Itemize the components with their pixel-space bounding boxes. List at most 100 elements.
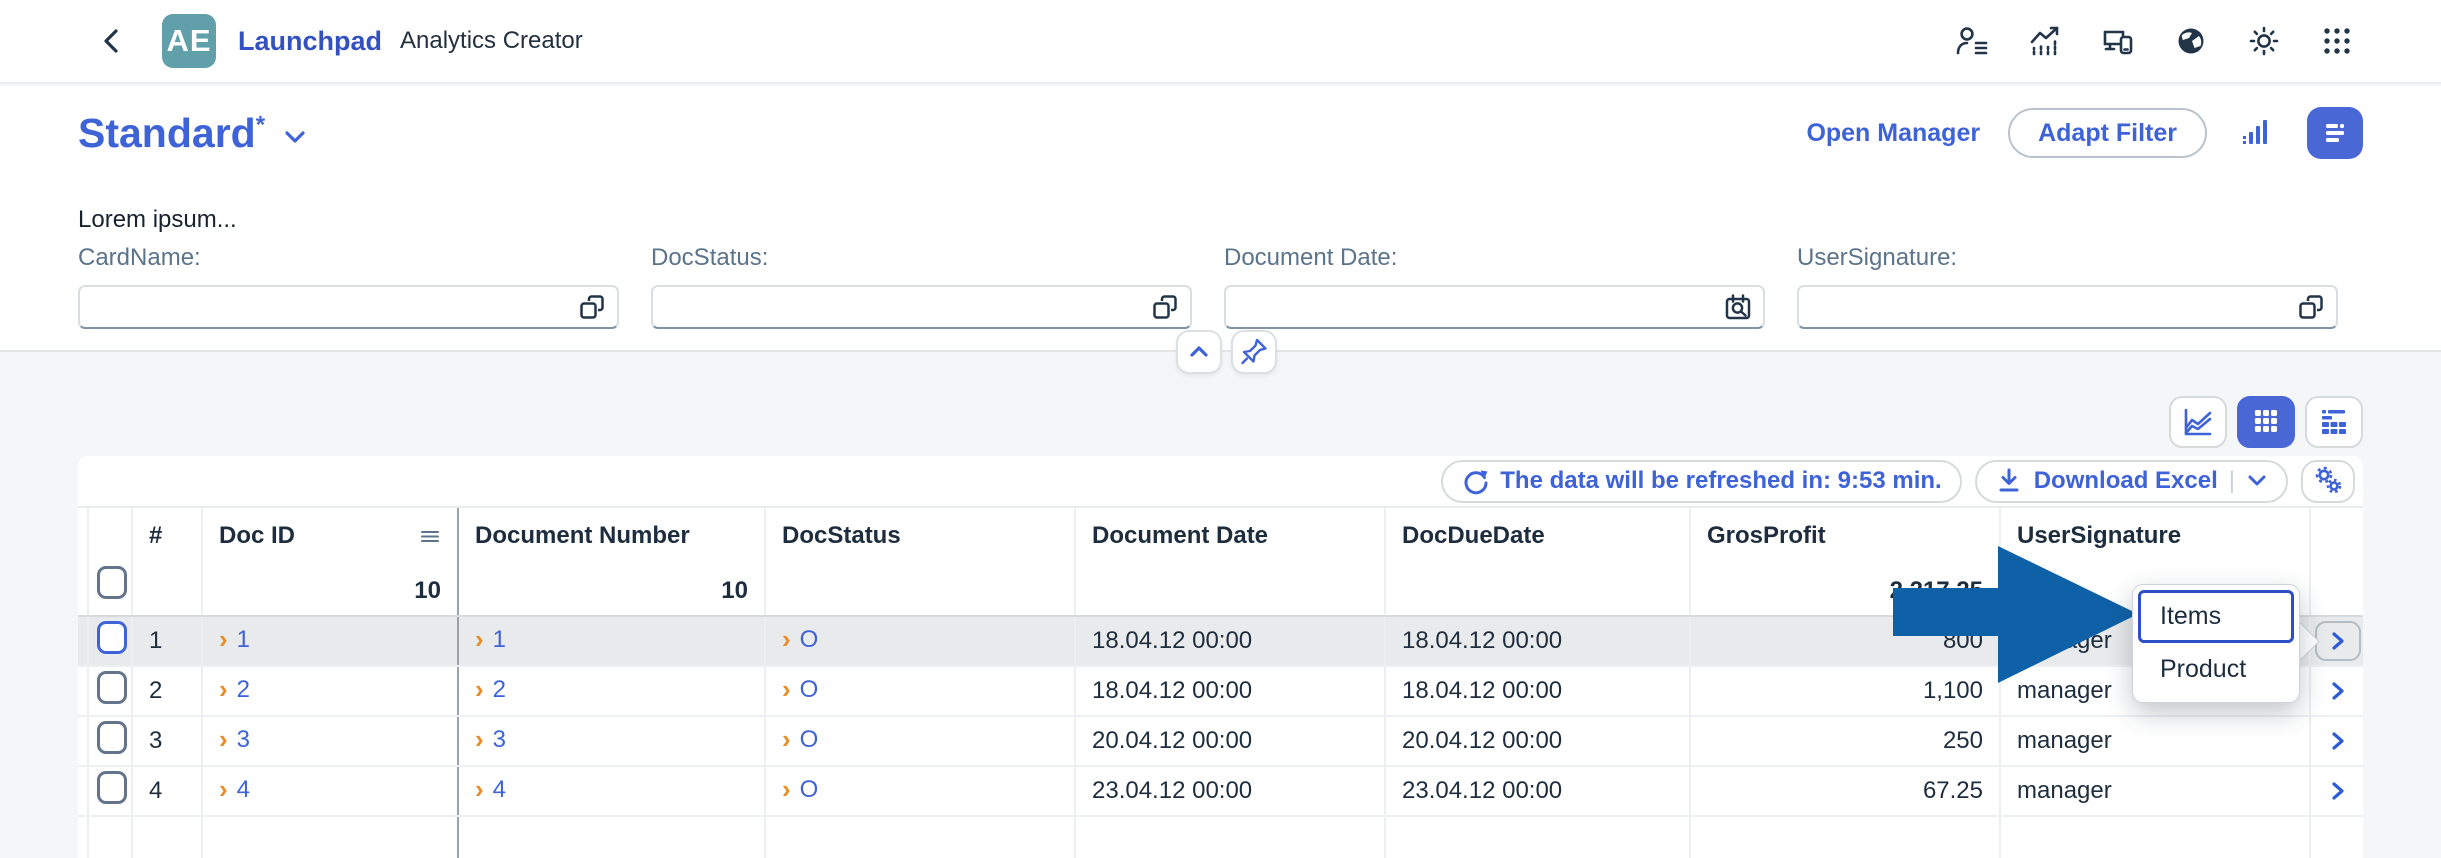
docstatus-input[interactable]	[651, 285, 1192, 329]
column-header-document-number[interactable]: Document Number 10	[458, 508, 766, 617]
document-number-link[interactable]: › 1	[475, 626, 506, 654]
refresh-countdown-text: The data will be refreshed in: 9:53 min.	[1500, 467, 1942, 494]
open-manager-link[interactable]: Open Manager	[1806, 119, 1980, 148]
row-navigate-button[interactable]	[2315, 621, 2361, 661]
select-all-header[interactable]	[88, 508, 133, 617]
value-help-button[interactable]	[577, 292, 607, 322]
column-header-index[interactable]: #	[132, 508, 203, 617]
cell-usersignature: manager	[2000, 716, 2311, 767]
row-navigate-button[interactable]	[2315, 771, 2361, 811]
download-excel-button[interactable]: Download Excel |	[1974, 459, 2288, 503]
cell-grosprofit: 67.25	[1690, 766, 2001, 817]
column-header-document-date[interactable]: Document Date	[1075, 508, 1386, 617]
popup-item-product[interactable]: Product	[2138, 643, 2294, 696]
cardname-input[interactable]	[78, 285, 619, 329]
variant-chevron-button[interactable]	[283, 128, 307, 146]
pivot-table-icon	[2322, 410, 2346, 434]
usersignature-input[interactable]	[1797, 285, 2338, 329]
back-button[interactable]	[94, 23, 130, 59]
value-help-button[interactable]	[2296, 292, 2326, 322]
variant-dirty-marker: *	[255, 110, 266, 138]
bar-chart-icon	[2243, 120, 2267, 144]
doc-id-total: 10	[414, 577, 441, 604]
docstatus-link[interactable]: › O	[782, 726, 818, 754]
cell-grosprofit: 250	[1690, 716, 2001, 767]
cell-doc-id: › 4	[202, 766, 459, 817]
drilldown-chevron-icon: ›	[782, 674, 791, 704]
cell-docduedate: 18.04.12 00:00	[1385, 666, 1691, 717]
document-number-link[interactable]: › 2	[475, 676, 506, 704]
row-checkbox[interactable]	[97, 771, 127, 804]
refresh-countdown-button[interactable]: The data will be refreshed in: 9:53 min.	[1441, 459, 1962, 503]
popup-item-items[interactable]: Items	[2138, 590, 2294, 643]
collapse-filter-button[interactable]	[1176, 330, 1222, 374]
variant-selector[interactable]: Standard*	[78, 110, 265, 157]
row-checkbox[interactable]	[97, 721, 127, 754]
value-help-icon	[1153, 295, 1177, 319]
doc-id-link[interactable]: › 1	[219, 626, 250, 654]
calendar-search-icon	[1725, 294, 1751, 320]
date-picker-button[interactable]	[1723, 292, 1753, 322]
cell-document-number: › 1	[458, 616, 766, 667]
user-settings-button[interactable]	[1954, 23, 1990, 59]
chart-toggle-button[interactable]	[2235, 111, 2279, 155]
download-excel-label: Download Excel	[2033, 467, 2218, 494]
doc-id-link[interactable]: › 2	[219, 676, 250, 704]
appearance-button[interactable]	[2246, 23, 2282, 59]
cell-document-date: 23.04.12 00:00	[1075, 766, 1386, 817]
value-help-icon	[2299, 295, 2323, 319]
grid-view-icon	[2255, 410, 2277, 432]
cell-index: 2	[132, 666, 203, 717]
filter-label-document-date: Document Date:	[1224, 244, 1398, 271]
docstatus-link[interactable]: › O	[782, 676, 818, 704]
chevron-right-icon	[2332, 732, 2344, 750]
column-header-docduedate[interactable]: DocDueDate	[1385, 508, 1691, 617]
download-icon	[1999, 468, 2019, 492]
adapt-filter-button[interactable]: Adapt Filter	[2008, 108, 2207, 158]
docstatus-link[interactable]: › O	[782, 626, 818, 654]
select-all-checkbox[interactable]	[97, 566, 127, 599]
filter-label-usersignature: UserSignature:	[1797, 244, 1958, 271]
drilldown-chevron-icon: ›	[782, 724, 791, 754]
row-navigate-button[interactable]	[2315, 721, 2361, 761]
table-view-button[interactable]	[2237, 396, 2295, 448]
doc-id-link[interactable]: › 3	[219, 726, 250, 754]
app-subtitle: Analytics Creator	[400, 27, 583, 54]
value-help-button[interactable]	[1150, 292, 1180, 322]
settings-gears-icon	[2315, 466, 2342, 494]
chevron-right-icon	[2332, 632, 2344, 650]
value-help-icon	[580, 295, 604, 319]
filter-label-cardname: CardName:	[78, 244, 201, 271]
header-strip	[78, 508, 89, 617]
globe-button[interactable]	[2173, 23, 2209, 59]
cell-docduedate: 18.04.12 00:00	[1385, 616, 1691, 667]
row-checkbox[interactable]	[97, 621, 127, 654]
cell-doc-id: › 3	[202, 716, 459, 767]
column-header-grosprofit[interactable]: GrosProfit 2,217.25	[1690, 508, 2001, 617]
document-date-input[interactable]	[1224, 285, 1765, 329]
pin-filter-button[interactable]	[1231, 330, 1277, 374]
document-number-link[interactable]: › 3	[475, 726, 506, 754]
drilldown-chevron-icon: ›	[782, 624, 791, 654]
custom-views-button[interactable]	[2307, 107, 2363, 159]
devices-button[interactable]	[2100, 23, 2136, 59]
row-checkbox[interactable]	[97, 671, 127, 704]
cell-docduedate: 23.04.12 00:00	[1385, 766, 1691, 817]
docstatus-link[interactable]: › O	[782, 776, 818, 804]
app-finder-button[interactable]	[2319, 23, 2355, 59]
chart-view-button[interactable]	[2169, 396, 2227, 448]
grid-dots-icon	[2324, 28, 2350, 54]
table-settings-button[interactable]	[2301, 459, 2355, 503]
doc-id-link[interactable]: › 4	[219, 776, 250, 804]
table-row: 1 › 1 › 1 › O 18.04.12 00:00 18.04.12 00:00…	[78, 616, 2363, 667]
drilldown-chevron-icon: ›	[782, 774, 791, 804]
pivot-view-button[interactable]	[2305, 396, 2363, 448]
line-chart-icon	[2184, 408, 2212, 436]
variant-description: Lorem ipsum...	[78, 206, 237, 233]
cell-index: 1	[132, 616, 203, 667]
document-number-link[interactable]: › 4	[475, 776, 506, 804]
analytics-button[interactable]	[2027, 23, 2063, 59]
column-header-doc-id[interactable]: Doc ID 10	[202, 508, 459, 617]
row-navigate-button[interactable]	[2315, 671, 2361, 711]
column-header-docstatus[interactable]: DocStatus	[765, 508, 1076, 617]
